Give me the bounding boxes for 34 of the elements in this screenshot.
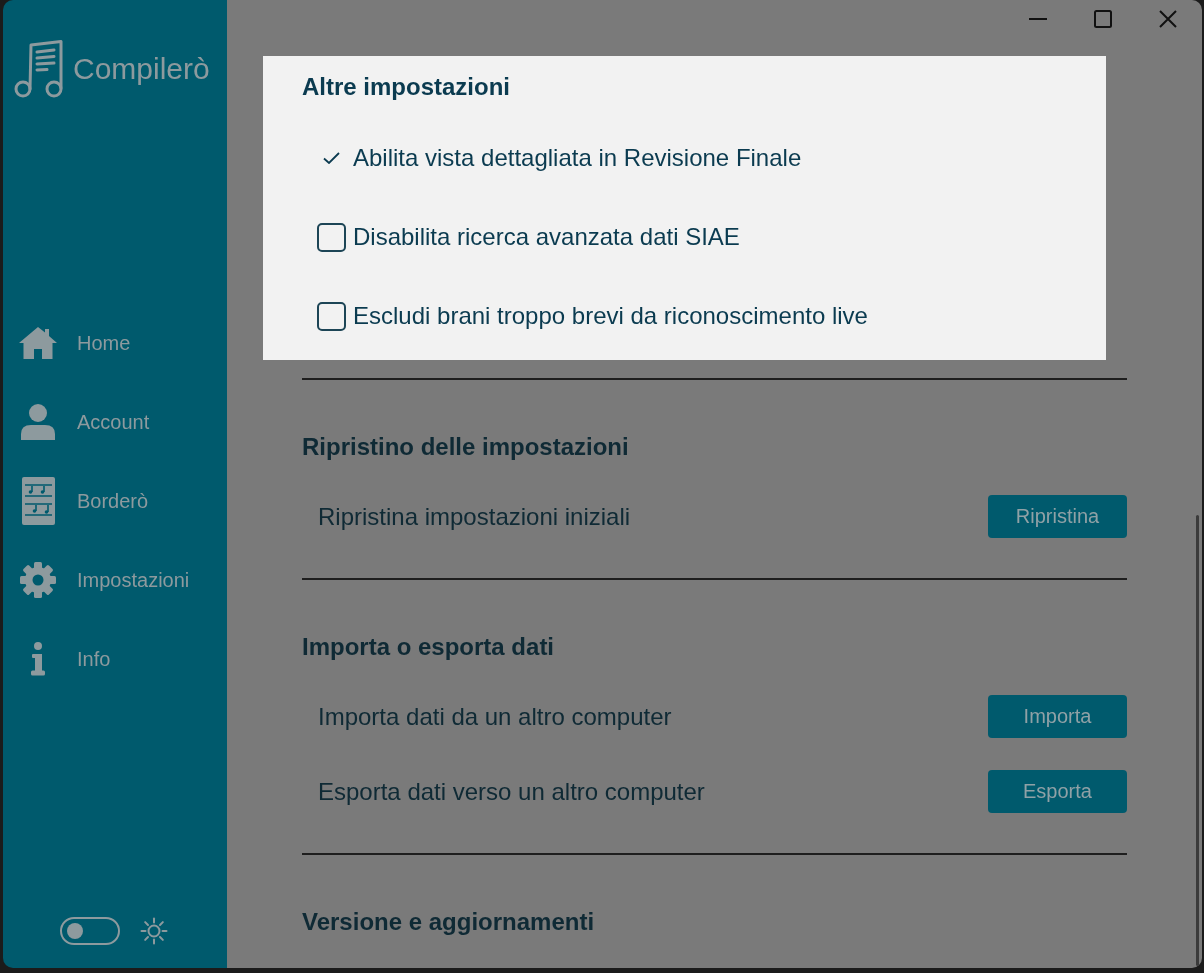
- option-label: Escludi brani troppo brevi da riconoscimento live: [353, 301, 868, 331]
- section-title: Importa o esporta dati: [302, 632, 555, 662]
- person-icon: [21, 403, 55, 440]
- nav-item[interactable]: Home: [3, 303, 227, 382]
- gear-icon: [20, 561, 56, 598]
- nav-item[interactable]: Account: [3, 382, 227, 461]
- nav-item[interactable]: Impostazioni: [3, 540, 227, 619]
- sun-icon: [139, 916, 169, 946]
- checkbox[interactable]: [317, 222, 346, 252]
- setting-label: Importa dati da un altro computer: [318, 701, 672, 732]
- setting-label: Esporta dati verso un altro computer: [318, 776, 705, 807]
- checkbox[interactable]: [317, 301, 346, 331]
- popup-title: Altre impostazioni: [302, 72, 511, 102]
- option-label: Disabilita ricerca avanzata dati SIAE: [353, 222, 740, 252]
- action-button[interactable]: Ripristina: [988, 495, 1127, 538]
- scrollbar-thumb[interactable]: [1196, 515, 1199, 966]
- option-label: Abilita vista dettagliata in Revisione Finale: [353, 143, 802, 173]
- app-name: Compilerò: [73, 51, 210, 87]
- nav-item[interactable]: Borderò: [3, 461, 227, 540]
- section-title: Versione e aggiornamenti: [302, 907, 595, 937]
- maximize-icon: [1093, 10, 1112, 28]
- info-icon: [30, 641, 46, 676]
- action-button[interactable]: Esporta: [988, 770, 1127, 813]
- check-icon[interactable]: [323, 152, 340, 164]
- logo-icon: [14, 40, 66, 98]
- section-title: Ripristino delle impostazioni: [302, 432, 629, 462]
- close-icon: [1158, 10, 1177, 28]
- home-icon: [18, 325, 58, 360]
- theme-toggle[interactable]: [60, 917, 120, 945]
- nav-item[interactable]: Info: [3, 619, 227, 698]
- minimize-icon: [1028, 18, 1047, 20]
- music-sheet-icon: [21, 476, 55, 525]
- action-button[interactable]: Importa: [988, 695, 1127, 738]
- setting-label: Ripristina impostazioni iniziali: [318, 501, 631, 532]
